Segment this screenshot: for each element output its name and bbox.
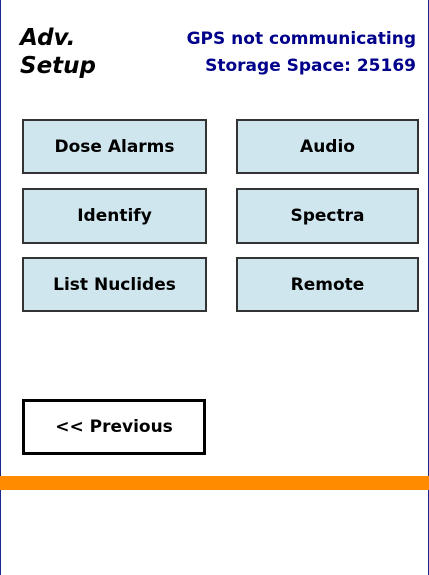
audio-label: Audio: [300, 136, 355, 157]
spectra-label: Spectra: [290, 206, 365, 226]
previous-label: << Previous: [55, 417, 173, 437]
status-panel: GPS not communicating Storage Space: 251…: [187, 26, 416, 80]
accent-bar: [0, 476, 429, 490]
identify-label: Identify: [77, 206, 152, 226]
page-title-line1: Adv.: [20, 25, 76, 51]
identify-button[interactable]: Identify: [22, 188, 207, 244]
list-nuclides-label: List Nuclides: [53, 274, 176, 295]
previous-button[interactable]: << Previous: [22, 399, 206, 455]
page-title-line2: Setup: [20, 53, 96, 79]
storage-space-text: Storage Space: 25169: [205, 56, 416, 76]
dose-alarms-button[interactable]: Dose Alarms: [22, 119, 207, 174]
page-title: Adv. Setup: [20, 24, 96, 80]
remote-label: Remote: [290, 274, 365, 295]
gps-status-text: GPS not communicating: [186, 29, 416, 49]
spectra-button[interactable]: Spectra: [236, 188, 419, 244]
remote-button[interactable]: Remote: [236, 257, 419, 312]
audio-button[interactable]: Audio: [236, 119, 419, 174]
dose-alarms-label: Dose Alarms: [54, 136, 175, 157]
list-nuclides-button[interactable]: List Nuclides: [22, 257, 207, 312]
